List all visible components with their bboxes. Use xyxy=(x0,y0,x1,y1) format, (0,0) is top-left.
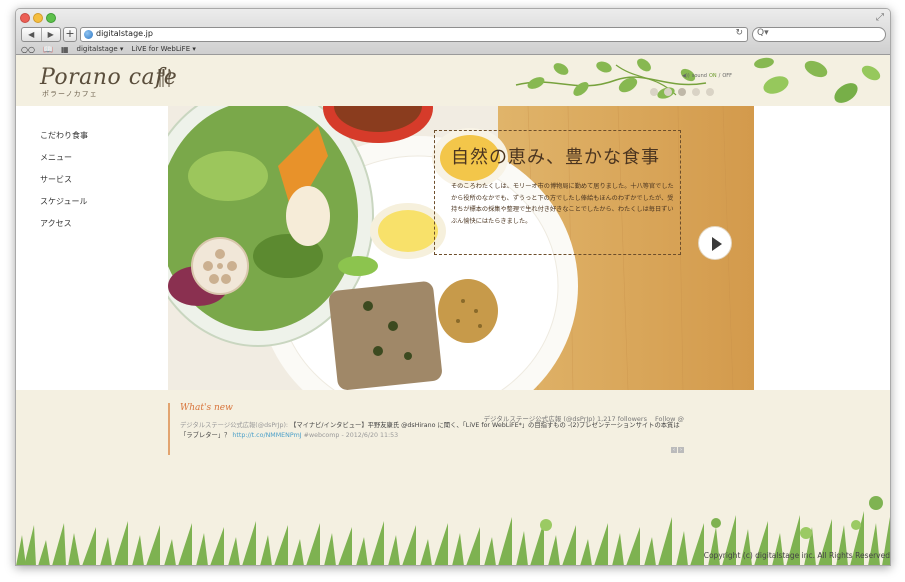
address-text[interactable]: digitalstage.jp xyxy=(96,29,153,38)
top-sites-grid-icon[interactable]: ▦ xyxy=(61,45,69,54)
tweet-pager: ‹ › xyxy=(671,447,684,453)
back-button[interactable]: ◀ xyxy=(22,28,42,41)
nav-item-food[interactable]: こだわり食事 xyxy=(40,130,88,140)
whats-new-section: What's new デジタルステージ公式広報 (@dsPrJp) 1,217 … xyxy=(168,403,684,455)
bookmarks-book-icon[interactable]: 📖 xyxy=(43,45,53,54)
tweet-link[interactable]: http://t.co/NMMENPmJ xyxy=(232,432,301,439)
slide-dot[interactable] xyxy=(664,88,672,96)
close-window-button[interactable] xyxy=(20,13,30,23)
tweet: デジタルステージ公式広報(@dsPrJp): 【マイナビ/インタビュー】平野友康… xyxy=(180,421,680,441)
cutlery-icon xyxy=(158,68,171,87)
tweet-hashtag[interactable]: #webcomp xyxy=(304,432,340,439)
sound-toggle[interactable]: ◀)) sound ON / OFF xyxy=(682,73,732,79)
nav-item-menu[interactable]: メニュー xyxy=(40,152,88,162)
nav-item-service[interactable]: サービス xyxy=(40,174,88,184)
hero-body: そのころわたくしは、モリーオ市の博物局に勤めて居りました。十八等官でしたから役所… xyxy=(451,183,674,225)
sound-separator: / xyxy=(718,73,721,79)
site-logo[interactable]: Porano cafe xyxy=(40,65,177,90)
hero-title: 自然の恵み、豊かな食事 xyxy=(451,147,660,168)
search-field[interactable]: Q▾ xyxy=(752,27,886,42)
site-header: Porano cafe ポラーノカフェ ◀)) sound ON / OFF xyxy=(16,55,890,106)
tweet-prev-button[interactable]: ‹ xyxy=(671,447,677,453)
new-tab-button[interactable]: + xyxy=(63,27,77,42)
slide-dot[interactable] xyxy=(650,88,658,96)
play-button[interactable] xyxy=(698,226,732,260)
bookmark-live-for-weblife[interactable]: LiVE for WebLiFE ▾ xyxy=(131,45,195,53)
slide-pager xyxy=(650,88,714,96)
address-bar[interactable]: digitalstage.jp ↻ xyxy=(80,27,748,42)
copyright: Copyright (c) digitalstage inc. All Righ… xyxy=(703,551,890,560)
minimize-window-button[interactable] xyxy=(33,13,43,23)
sound-label: sound xyxy=(691,73,707,79)
page-content: Porano cafe ポラーノカフェ ◀)) sound ON / OFF こ… xyxy=(16,55,890,565)
tweet-date: - 2012/6/20 11:53 xyxy=(341,432,399,439)
history-nav: ◀ ▶ xyxy=(21,27,61,42)
nav-item-access[interactable]: アクセス xyxy=(40,218,88,228)
bookmarks-bar: ○○ 📖 ▦ digitalstage ▾ LiVE for WebLiFE ▾ xyxy=(21,44,196,54)
fullscreen-icon[interactable]: ⤢ xyxy=(876,12,884,23)
hero-caption-box: 自然の恵み、豊かな食事 そのころわたくしは、モリーオ市の博物局に勤めて居りました… xyxy=(434,130,681,255)
search-icon: Q▾ xyxy=(757,28,769,38)
slide-dot[interactable] xyxy=(692,88,700,96)
tweet-author[interactable]: デジタルステージ公式広報(@dsPrJp): xyxy=(180,422,288,429)
bookmark-digitalstage[interactable]: digitalstage ▾ xyxy=(77,45,124,53)
nav-item-schedule[interactable]: スケジュール xyxy=(40,196,88,206)
sound-off-button[interactable]: OFF xyxy=(722,73,732,79)
whats-new-title: What's new xyxy=(180,403,233,413)
browser-toolbar: ⤢ ◀ ▶ + digitalstage.jp ↻ Q▾ ○○ 📖 ▦ digi… xyxy=(16,9,890,55)
forward-button[interactable]: ▶ xyxy=(42,28,61,41)
side-navigation: こだわり食事 メニュー サービス スケジュール アクセス xyxy=(40,130,88,228)
reading-list-icon[interactable]: ○○ xyxy=(21,45,35,54)
site-logo-sub: ポラーノカフェ xyxy=(42,90,98,98)
zoom-window-button[interactable] xyxy=(46,13,56,23)
slide-dot[interactable] xyxy=(678,88,686,96)
nav-panel xyxy=(16,106,168,390)
globe-icon xyxy=(84,30,93,39)
slide-dot[interactable] xyxy=(706,88,714,96)
sound-on-button[interactable]: ON xyxy=(709,73,717,79)
tweet-next-button[interactable]: › xyxy=(678,447,684,453)
browser-window: ⤢ ◀ ▶ + digitalstage.jp ↻ Q▾ ○○ 📖 ▦ digi… xyxy=(15,8,891,566)
right-panel xyxy=(754,106,890,390)
hero-slideshow[interactable]: 自然の恵み、豊かな食事 そのころわたくしは、モリーオ市の博物局に勤めて居りました… xyxy=(168,106,754,390)
speaker-icon: ◀)) xyxy=(682,73,690,79)
reload-icon[interactable]: ↻ xyxy=(735,28,743,38)
